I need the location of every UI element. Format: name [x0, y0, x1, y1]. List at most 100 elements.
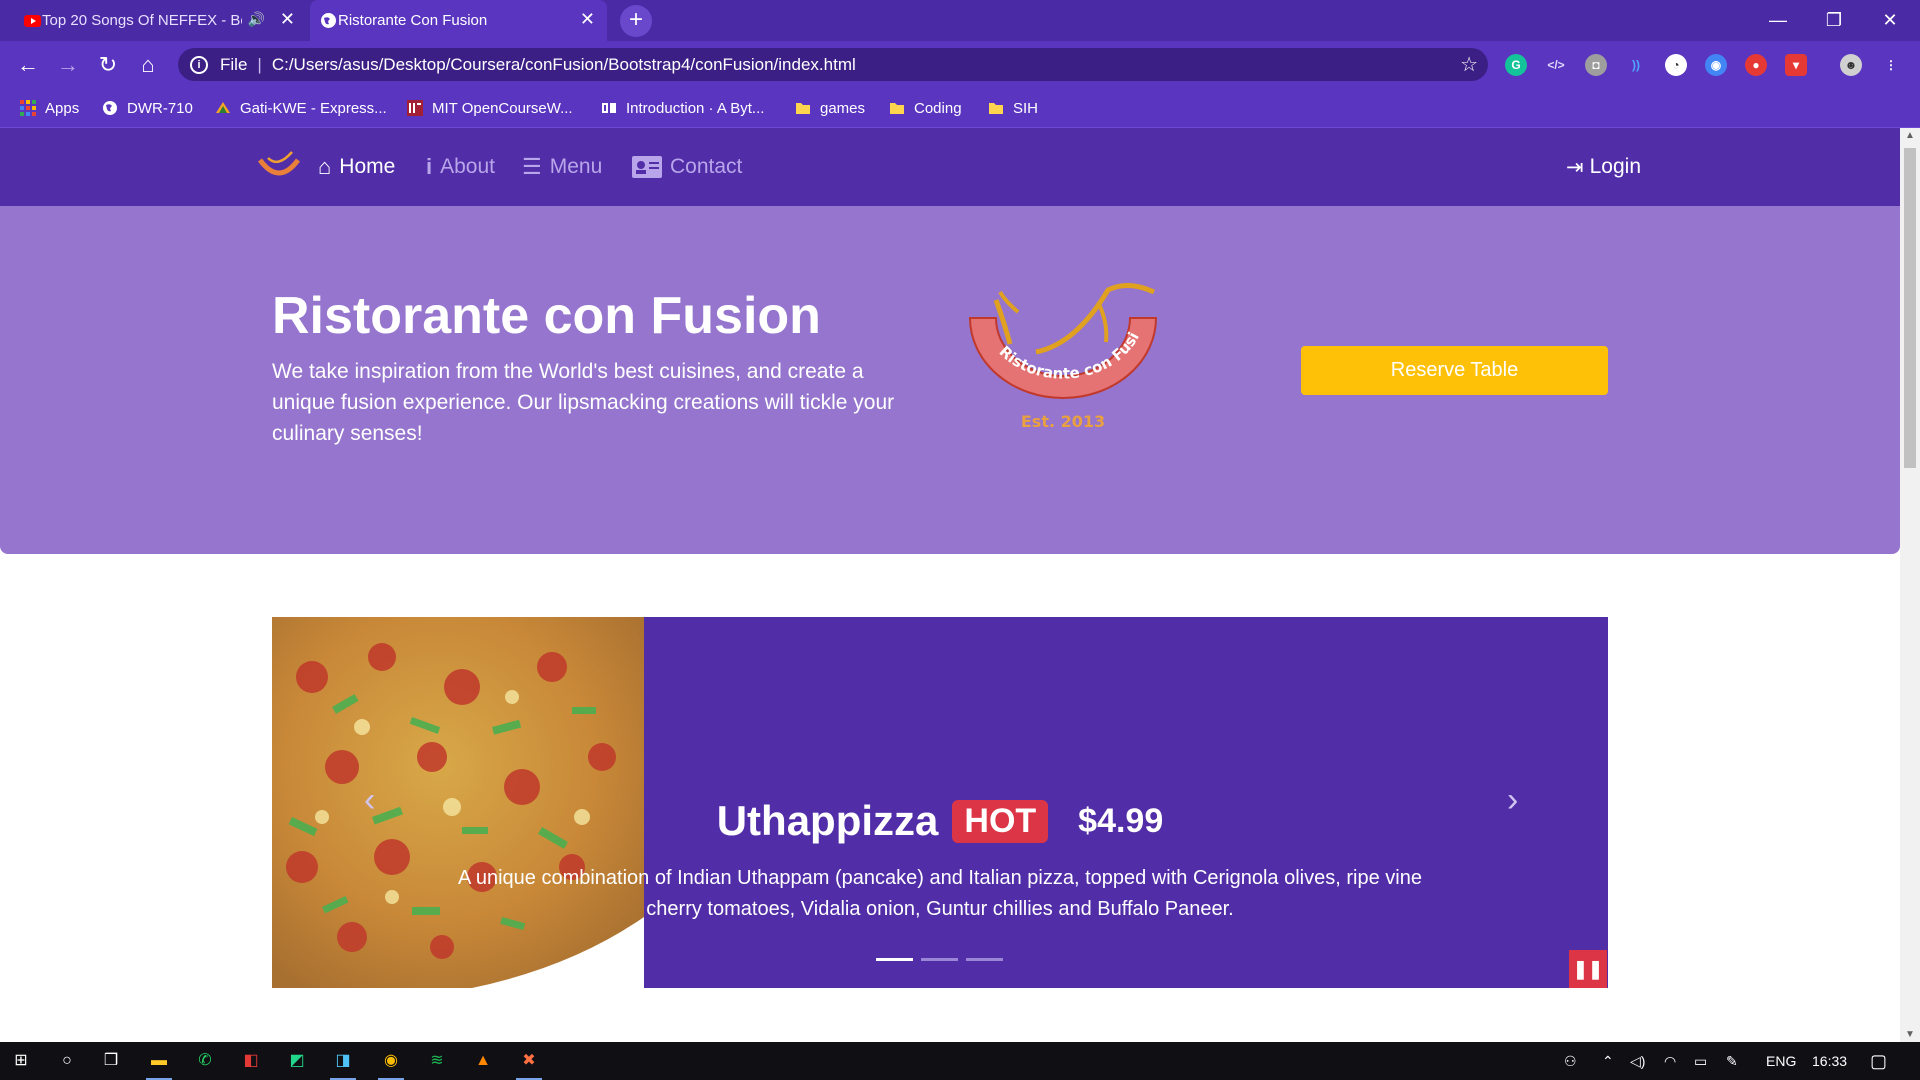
pycharm-icon[interactable]: ◩	[284, 1048, 310, 1074]
shield-icon[interactable]: ▾	[1785, 54, 1807, 76]
youtube-icon	[24, 15, 41, 27]
apps-grid-icon	[20, 100, 36, 116]
address-card-icon	[632, 156, 662, 178]
chrome-icon[interactable]: ◉	[378, 1048, 404, 1080]
tab-ristorante[interactable]: Ristorante Con Fusion ✕	[310, 0, 607, 41]
language-indicator[interactable]: ENG	[1766, 1042, 1796, 1080]
tray-chevron-icon[interactable]: ⌃	[1602, 1042, 1614, 1080]
back-icon[interactable]: ←	[14, 51, 42, 79]
nav-menu[interactable]: ☰ Menu	[522, 152, 602, 182]
bookmark-label: Gati-KWE - Express...	[240, 99, 387, 117]
task-view-icon[interactable]: ❒	[98, 1048, 124, 1074]
speaker-icon[interactable]: 🔊	[248, 11, 265, 28]
dish-name: Uthappizza	[716, 797, 939, 844]
bookmark-folder-coding[interactable]: Coding	[889, 88, 962, 128]
carousel-indicator-2[interactable]	[921, 958, 958, 961]
record-icon[interactable]: ●	[1745, 54, 1767, 76]
nav-home[interactable]: ⌂ Home	[318, 152, 395, 182]
minimize-icon[interactable]: —	[1758, 6, 1798, 34]
restaurant-logo: Ristorante con Fusion Est. 2013	[958, 282, 1158, 431]
page-viewport: ⌂ Home i About ☰ Menu Contact ⇥ Login Ri…	[0, 128, 1900, 1042]
scroll-up-icon[interactable]: ▲	[1900, 130, 1920, 141]
profile-avatar-icon[interactable]: ☻	[1840, 54, 1862, 76]
more-menu-icon[interactable]: ⋮	[1880, 54, 1902, 76]
close-tab-icon[interactable]: ✕	[580, 9, 595, 30]
site-info-icon[interactable]: i	[190, 55, 208, 74]
folder-icon	[890, 103, 904, 114]
gauge-icon[interactable]: ◔	[1665, 54, 1687, 76]
search-ext-icon[interactable]: ◉	[1705, 54, 1727, 76]
page-scrollbar[interactable]: ▲ ▼	[1900, 128, 1920, 1042]
bookmark-intro[interactable]: Introduction · A Byt...	[601, 88, 764, 128]
spotify-icon[interactable]: ≋	[424, 1048, 450, 1074]
close-tab-icon[interactable]: ✕	[280, 9, 295, 30]
bookmark-apps[interactable]: Apps	[20, 88, 79, 128]
url-text[interactable]: C:/Users/asus/Desktop/Coursera/conFusion…	[272, 55, 856, 75]
site-navbar: ⌂ Home i About ☰ Menu Contact ⇥ Login	[0, 128, 1900, 206]
windows-start-icon[interactable]: ⊞	[8, 1048, 34, 1074]
bookmark-folder-games[interactable]: games	[795, 88, 865, 128]
book-icon	[602, 103, 616, 113]
nav-contact-label: Contact	[670, 155, 743, 178]
carousel-caption: Uthappizza HOT $4.99 A unique combinatio…	[272, 797, 1608, 925]
reload-icon[interactable]: ↻	[94, 51, 122, 79]
notification-icon[interactable]: ▢	[1870, 1042, 1887, 1080]
address-bar[interactable]: i File | C:/Users/asus/Desktop/Coursera/…	[178, 48, 1488, 81]
info-icon: i	[426, 154, 433, 179]
xampp-icon[interactable]: ✖	[516, 1048, 542, 1080]
folder-icon	[796, 103, 810, 114]
forward-icon[interactable]: →	[54, 51, 82, 79]
bookmark-gati[interactable]: Gati-KWE - Express...	[215, 88, 387, 128]
home-icon: ⌂	[318, 154, 332, 179]
grammarly-icon[interactable]: G	[1505, 54, 1527, 76]
whatsapp-icon[interactable]: ✆	[192, 1048, 218, 1074]
nav-contact[interactable]: Contact	[632, 152, 742, 182]
battery-icon[interactable]: ▭	[1694, 1042, 1707, 1080]
brand-logo[interactable]	[254, 146, 304, 186]
nav-about[interactable]: i About	[426, 152, 495, 182]
carousel-indicator-3[interactable]	[966, 958, 1003, 961]
pen-icon[interactable]: ✎	[1726, 1042, 1738, 1080]
carousel-indicator-1[interactable]	[876, 958, 913, 961]
page-title: Ristorante con Fusion	[272, 287, 821, 345]
jumbotron-lead: We take inspiration from the World's bes…	[272, 360, 895, 445]
volume-icon[interactable]: ◁)	[1630, 1042, 1645, 1080]
carousel-pause-button[interactable]: ❚❚	[1569, 950, 1607, 988]
nav-menu-label: Menu	[549, 155, 603, 178]
nav-home-label: Home	[339, 155, 396, 178]
tab-title: Ristorante Con Fusion	[338, 12, 488, 29]
gati-icon	[216, 102, 230, 113]
hot-badge: HOT	[952, 799, 1049, 843]
people-icon[interactable]: ⚇	[1564, 1042, 1577, 1080]
wave-icon[interactable]: ))	[1625, 54, 1647, 76]
restore-icon[interactable]: ❐	[1814, 6, 1854, 34]
bookmark-mit[interactable]: MIT OpenCourseW...	[407, 88, 573, 128]
wifi-icon[interactable]: ◠	[1664, 1042, 1676, 1080]
vlc-icon[interactable]: ▲	[470, 1048, 496, 1074]
bookmark-label: games	[820, 99, 866, 117]
reserve-table-button[interactable]: Reserve Table	[1301, 346, 1608, 395]
vscode-icon[interactable]: ◨	[330, 1048, 356, 1080]
home-browser-icon[interactable]: ⌂	[134, 51, 162, 79]
scroll-down-icon[interactable]: ▼	[1900, 1029, 1920, 1040]
tab-youtube[interactable]: Top 20 Songs Of NEFFEX - Bo 🔊 ✕	[14, 0, 307, 41]
bookmark-star-icon[interactable]: ☆	[1460, 52, 1478, 77]
bookmark-dwr[interactable]: DWR-710	[102, 88, 193, 128]
bookmark-folder-sih[interactable]: SIH	[988, 88, 1038, 128]
scrollbar-thumb[interactable]	[1904, 148, 1916, 468]
carousel-indicators	[876, 958, 1003, 961]
camera-icon[interactable]: ◘	[1585, 54, 1607, 76]
bookmark-label: SIH	[1013, 99, 1039, 117]
close-window-icon[interactable]: ✕	[1870, 6, 1910, 34]
new-tab-button[interactable]: +	[620, 5, 652, 37]
dish-heading: Uthappizza HOT $4.99	[717, 797, 1164, 845]
code-icon[interactable]: </>	[1545, 54, 1567, 76]
login-link[interactable]: ⇥ Login	[1566, 152, 1641, 182]
intellij-icon[interactable]: ◧	[238, 1048, 264, 1074]
clock[interactable]: 16:33	[1812, 1042, 1847, 1080]
dish-carousel: ‹ › Uthappizza HOT $4.99 A unique combin…	[272, 617, 1608, 988]
file-explorer-icon[interactable]: ▬	[146, 1048, 172, 1080]
search-icon[interactable]: ○	[54, 1048, 80, 1074]
mit-icon	[407, 100, 423, 116]
bookmark-label: DWR-710	[127, 99, 193, 117]
